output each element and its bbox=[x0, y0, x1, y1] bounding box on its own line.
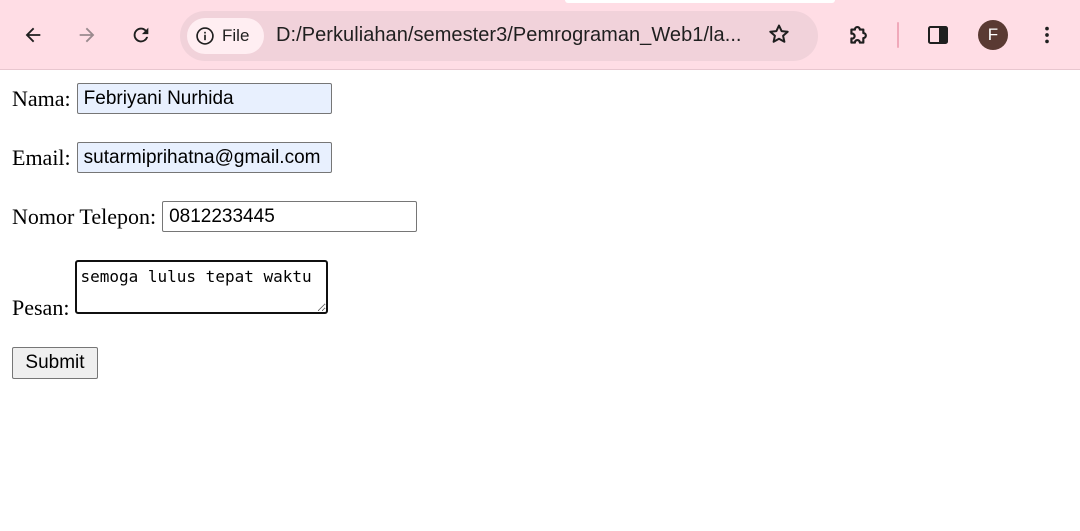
side-panel-button[interactable] bbox=[920, 17, 956, 53]
arrow-left-icon bbox=[22, 24, 44, 46]
site-info-chip[interactable]: File bbox=[187, 18, 264, 54]
forward-button[interactable] bbox=[69, 17, 105, 53]
toolbar-divider bbox=[897, 22, 899, 48]
extensions-button[interactable] bbox=[841, 17, 877, 53]
back-button[interactable] bbox=[15, 17, 51, 53]
telepon-input[interactable] bbox=[162, 201, 418, 232]
puzzle-icon bbox=[846, 22, 872, 48]
email-input[interactable] bbox=[76, 142, 332, 173]
nama-input[interactable] bbox=[76, 83, 332, 114]
side-panel-icon bbox=[926, 23, 950, 47]
arrow-right-icon bbox=[76, 24, 98, 46]
telepon-label: Nomor Telepon: bbox=[12, 203, 157, 229]
active-tab-edge bbox=[565, 0, 835, 3]
info-icon bbox=[195, 26, 215, 46]
reload-button[interactable] bbox=[123, 17, 159, 53]
bookmark-button[interactable] bbox=[765, 22, 793, 50]
reload-icon bbox=[130, 24, 152, 46]
pesan-label: Pesan: bbox=[12, 295, 70, 320]
profile-avatar[interactable]: F bbox=[978, 20, 1008, 50]
three-dot-menu-icon bbox=[1036, 24, 1058, 46]
email-label: Email: bbox=[12, 144, 71, 170]
email-row: Email: bbox=[12, 142, 332, 173]
browser-toolbar: File D:/Perkuliahan/semester3/Pemrograma… bbox=[0, 0, 1080, 70]
page-content: Nama: Email: Nomor Telepon: Pesan: semog… bbox=[0, 71, 1080, 531]
address-bar[interactable]: File D:/Perkuliahan/semester3/Pemrograma… bbox=[180, 11, 818, 61]
pesan-textarea[interactable]: semoga lulus tepat waktu bbox=[75, 260, 329, 314]
submit-button[interactable]: Submit bbox=[12, 347, 98, 379]
pesan-row: Pesan: semoga lulus tepat waktu bbox=[12, 260, 329, 320]
star-icon bbox=[767, 22, 791, 51]
nama-row: Nama: bbox=[12, 83, 332, 114]
site-info-label: File bbox=[222, 26, 250, 45]
url-text[interactable]: D:/Perkuliahan/semester3/Pemrograman_Web… bbox=[276, 24, 742, 47]
nama-label: Nama: bbox=[12, 85, 71, 111]
telepon-row: Nomor Telepon: bbox=[12, 201, 418, 232]
browser-menu-button[interactable] bbox=[1029, 17, 1065, 53]
